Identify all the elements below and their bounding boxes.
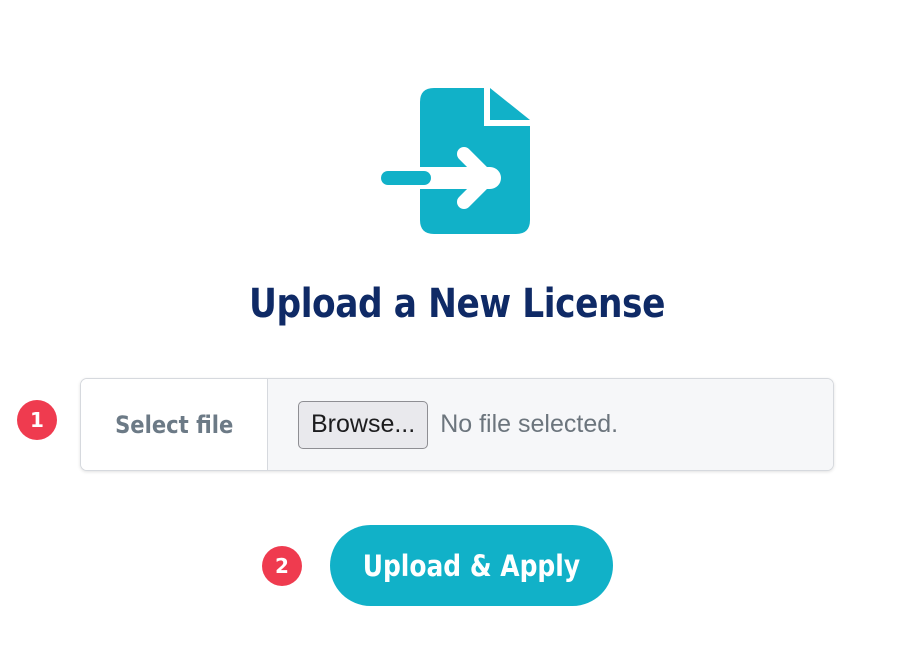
select-file-label-text: Select file: [114, 410, 234, 439]
license-upload-page: Upload a New License 1 Select file Brows…: [0, 0, 902, 658]
page-title: Upload a New License: [249, 281, 665, 327]
step-2-badge: 2: [262, 546, 302, 586]
file-select-group: Select file Browse... No file selected.: [80, 378, 834, 471]
select-file-label: Select file: [81, 379, 268, 470]
browse-button[interactable]: Browse...: [298, 400, 429, 449]
file-import-icon: [380, 88, 530, 234]
file-status-text: No file selected.: [440, 410, 619, 438]
step-1-badge: 1: [17, 400, 57, 440]
file-input[interactable]: Browse... No file selected.: [268, 379, 833, 470]
upload-apply-label: Upload & Apply: [362, 548, 581, 583]
upload-apply-button[interactable]: Upload & Apply: [330, 525, 613, 606]
